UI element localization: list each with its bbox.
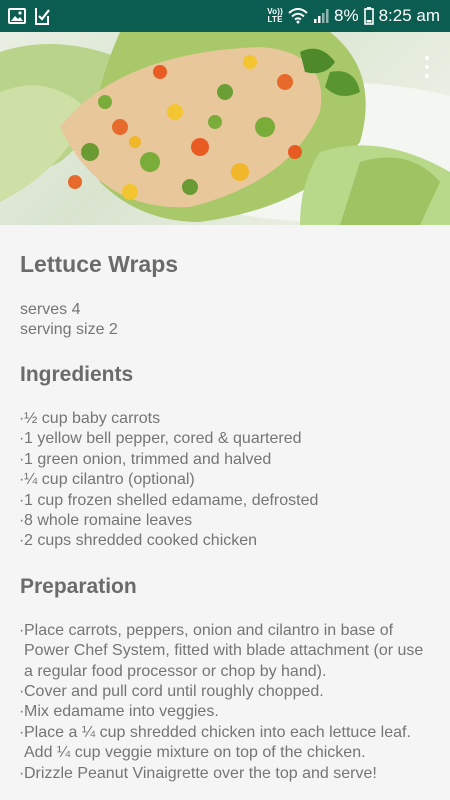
recipe-content: Lettuce Wraps serves 4 serving size 2 In… [0,225,450,785]
status-bar: Vo)) LTE 8% 8:25 am [0,0,450,32]
more-vert-icon-dot [425,74,429,78]
serves-text: serves 4 [20,301,81,318]
ingredient-item: 1 cup frozen shelled edamame, defrosted [19,491,430,512]
lte-text: LTE [267,15,283,24]
ingredient-item: 2 cups shredded cooked chicken [19,531,430,552]
ingredient-item: ¼ cup cilantro (optional) [19,470,430,491]
preparation-heading: Preparation [20,574,137,598]
ingredient-item: 1 green onion, trimmed and halved [19,450,430,471]
gallery-icon [8,8,26,24]
recipe-meta: serves 4 serving size 2 [20,300,430,340]
volte-icon: Vo)) LTE [267,8,283,24]
lettuce-wraps-photo [0,32,450,225]
more-vert-icon [425,56,429,60]
ingredients-list: ½ cup baby carrots 1 yellow bell pepper,… [19,409,430,552]
preparation-step: Place a ¼ cup shredded chicken into each… [19,723,430,764]
preparation-step: Place carrots, peppers, onion and cilant… [19,621,430,682]
preparation-step: Drizzle Peanut Vinaigrette over the top … [19,764,430,785]
download-icon [34,7,50,25]
more-vert-icon-dot [425,65,429,69]
ingredient-item: 1 yellow bell pepper, cored & quartered [19,429,430,450]
ingredient-item: 8 whole romaine leaves [19,511,430,532]
clock: 8:25 am [378,6,440,25]
preparation-step: Mix edamame into veggies. [19,702,430,723]
ingredients-heading: Ingredients [20,363,134,386]
serving-size-text: serving size 2 [20,321,118,338]
wifi-icon [288,8,308,24]
overflow-menu-button[interactable] [418,54,436,80]
battery-icon [363,7,374,25]
battery-percent: 8% [333,6,359,25]
signal-icon [313,8,329,24]
ingredient-item: ½ cup baby carrots [19,409,430,430]
preparation-list: Place carrots, peppers, onion and cilant… [19,621,430,785]
preparation-step: Cover and pull cord until roughly choppe… [19,682,430,703]
recipe-title: Lettuce Wraps [20,251,179,277]
recipe-hero-image [0,32,450,225]
